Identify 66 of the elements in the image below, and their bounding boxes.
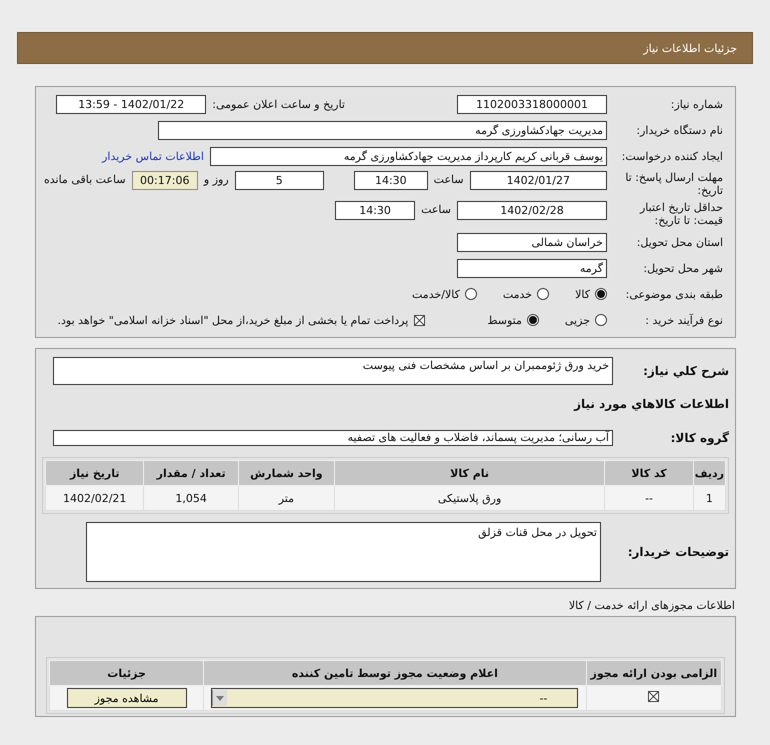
announce-date-field: 1402/01/22 - 13:59 (56, 94, 206, 114)
city-field: گرمه (457, 258, 607, 278)
table-cell: 1402/02/21 (46, 486, 144, 510)
radio-button[interactable] (537, 288, 550, 300)
checkbox[interactable] (648, 691, 660, 702)
table-cell: ورق پلاستیکی (334, 486, 605, 510)
field-label: مهلت ارسال پاسخ: تا تاریخ: (624, 171, 723, 197)
field-label: ساعت باقی مانده (44, 173, 126, 186)
remaining-time-field: 00:17:06 (132, 171, 198, 190)
days-field: 5 (234, 171, 324, 190)
option-label: جزیی (564, 314, 590, 326)
column-header: جزئیات (50, 660, 204, 686)
field-label: شماره نیاز: (670, 98, 723, 110)
field-label: استان محل تحویل: (636, 236, 723, 248)
column-header: واحد شمارش (238, 460, 334, 486)
table-cell: متر (238, 486, 334, 510)
field-label: روز و (204, 173, 229, 186)
province-field: خراسان شمالی (457, 232, 607, 252)
date-field: 1402/01/27 (470, 171, 607, 190)
field-label: نام دستگاه خریدار: (635, 124, 723, 136)
field-label: تاریخ و ساعت اعلان عمومی: (212, 98, 345, 110)
section-title: اطلاعات کالاهاي مورد نیاز (574, 397, 729, 411)
column-header: تاریخ نیاز (46, 460, 144, 486)
field-label: ساعت (434, 173, 464, 186)
contact-link[interactable]: اطلاعات تماس خریدار (102, 150, 204, 162)
table-cell: -- (604, 486, 694, 510)
requester-field: یوسف قربانی کریم کارپرداز مدیریت جهادکشاورزی گرمه (210, 146, 607, 166)
description-field: خرید ورق ژئوممبران بر اساس مشخصات فنی پیوست (53, 357, 613, 385)
column-header: اعلام وضعیت مجوز توسط تامین کننده (204, 660, 586, 686)
field-label: ساعت (421, 203, 451, 216)
view-permit-button[interactable]: مشاهده مجوز (66, 688, 187, 708)
field-label: توضیحات خریدار: (626, 545, 729, 559)
date-field: 1402/02/28 (457, 201, 607, 220)
option-label: متوسط (487, 314, 522, 326)
goods-group-field: آب رسانی؛ مدیریت پسماند، فاضلاب و فعالیت های تصفیه (53, 430, 613, 446)
option-label: کالا (575, 288, 590, 300)
buyer-notes-field: تحویل در محل قنات قزلق (86, 522, 601, 582)
time-field: 14:30 (354, 171, 428, 190)
field-label: شهر محل تحویل: (642, 262, 723, 274)
field-label: ایجاد کننده درخواست: (620, 150, 723, 162)
radio-button[interactable] (464, 288, 477, 300)
column-header: کد کالا (604, 460, 694, 486)
option-label: کالا/خدمت (412, 288, 460, 300)
payment-note: پرداخت تمام یا بخشی از مبلغ خرید،از محل "اسناد خزانه اسلامی" خواهد بود. (58, 314, 408, 326)
section-title: اطلاعات مجوزهای ارائه خدمت / کالا (568, 599, 735, 612)
field-label: نوع فرآیند خرید : (644, 314, 723, 326)
table-cell: 1 (693, 486, 726, 510)
field-label: شرح کلي نیاز: (642, 364, 729, 378)
status-dropdown[interactable]: -- (211, 688, 578, 708)
column-header: تعداد / مقدار (144, 460, 238, 486)
column-header: الزامی بودن ارائه مجوز (586, 660, 722, 686)
radio-button[interactable] (595, 314, 607, 326)
need-number-field: 1102003318000001 (457, 94, 607, 114)
checkbox[interactable] (414, 314, 426, 326)
time-field: 14:30 (335, 201, 416, 220)
field-label: حداقل تاریخ اعتبار قیمت: تا تاریخ: (638, 201, 723, 227)
option-label: خدمت (502, 288, 532, 300)
table-cell: 1,054 (144, 486, 238, 510)
page-header: جزئیات اطلاعات نیاز (17, 32, 753, 64)
radio-button[interactable] (595, 288, 607, 300)
column-header: نام کالا (334, 460, 605, 486)
buyer-org-field: مدیریت جهادکشاورزی گرمه (158, 120, 607, 140)
radio-button[interactable] (526, 314, 539, 326)
column-header: ردیف (693, 460, 726, 486)
field-label: طبقه بندی موضوعی: (624, 288, 723, 300)
field-label: گروه کالا: (670, 431, 729, 445)
